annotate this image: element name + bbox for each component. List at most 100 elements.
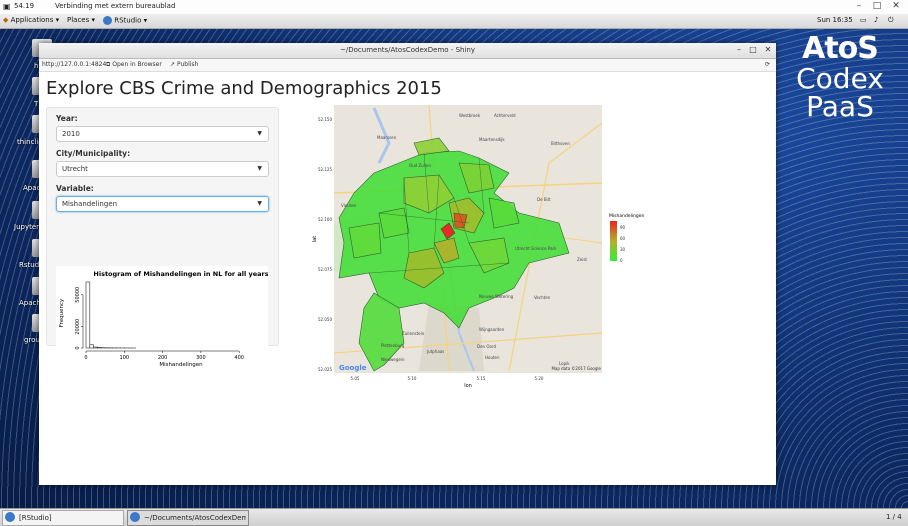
rstudio-menu[interactable]: RStudio ▾: [103, 16, 147, 25]
svg-text:5.05: 5.05: [351, 376, 360, 381]
svg-text:Nieuwe Wetering: Nieuwe Wetering: [479, 294, 514, 299]
histogram-title: Histogram of Mishandelingen in NL for al…: [93, 270, 268, 278]
histogram-bar: [86, 282, 90, 348]
histogram-x-tick-label: 400: [234, 355, 244, 361]
display-icon[interactable]: ▭: [860, 16, 867, 24]
logo-line-3: PaaS: [780, 93, 900, 121]
map-xlabel: lon: [464, 383, 472, 389]
svg-text:Vechten: Vechten: [534, 295, 551, 300]
window-title-bar[interactable]: ~/Documents/AtosCodexDemo - Shiny – □ ✕: [39, 43, 776, 59]
applications-icon: ◆: [3, 16, 8, 24]
svg-text:Westbroek: Westbroek: [459, 113, 481, 118]
legend-ticks: 90 60 30 0: [620, 225, 626, 263]
histogram-bar: [90, 345, 94, 348]
chevron-down-icon: ▼: [257, 130, 262, 137]
svg-text:Vleuten: Vleuten: [341, 203, 357, 208]
workspace-pager[interactable]: 1 / 4: [886, 513, 902, 521]
open-in-browser-button[interactable]: ⧉ Open in Browser: [106, 61, 162, 69]
svg-text:5.15: 5.15: [477, 376, 486, 381]
variable-select[interactable]: Mishandelingen ▼: [56, 196, 269, 212]
histogram-y-tick-label: 0: [75, 346, 81, 349]
year-select[interactable]: 2010 ▼: [56, 126, 269, 142]
svg-text:Houten: Houten: [485, 355, 500, 360]
city-label: City/Municipality:: [56, 149, 130, 158]
publish-button[interactable]: ↗ Publish: [170, 61, 198, 68]
legend-colorbar: [610, 221, 617, 261]
power-icon[interactable]: ⏻: [888, 16, 894, 25]
svg-text:5.10: 5.10: [408, 376, 417, 381]
svg-text:Maartensdijk: Maartensdijk: [479, 137, 505, 142]
city-select[interactable]: Utrecht ▼: [56, 161, 269, 177]
open-in-browser-label: Open in Browser: [112, 61, 162, 68]
histogram-x-tick-label: 300: [196, 355, 206, 361]
window-maximize-icon[interactable]: □: [747, 45, 759, 54]
top-panel: ◆ Applications ▾ Places ▾ RStudio ▾ Sun …: [0, 14, 908, 29]
histogram-bar: [94, 347, 98, 348]
chevron-down-icon: ▼: [257, 165, 262, 172]
rdp-title: Verbinding met extern bureaublad: [55, 2, 175, 10]
taskbar-item-rstudio[interactable]: [RStudio]: [2, 510, 124, 526]
svg-text:Utrecht Science Park: Utrecht Science Park: [515, 246, 557, 251]
rstudio-icon: [103, 16, 112, 25]
svg-text:Bilthoven: Bilthoven: [551, 141, 570, 146]
publish-label: Publish: [177, 61, 198, 68]
publish-icon: ↗: [170, 61, 175, 68]
city-value: Utrecht: [62, 165, 88, 173]
browser-icon: ⧉: [106, 61, 110, 68]
svg-text:Achterveld: Achterveld: [494, 113, 516, 118]
close-icon[interactable]: ✕: [889, 1, 903, 13]
applications-menu[interactable]: ◆ Applications ▾: [3, 16, 59, 24]
svg-text:Oud Zuilen: Oud Zuilen: [409, 163, 431, 168]
shiny-window: ~/Documents/AtosCodexDemo - Shiny – □ ✕ …: [39, 43, 776, 485]
svg-text:Zeist: Zeist: [577, 257, 587, 262]
window-close-icon[interactable]: ✕: [762, 45, 774, 54]
applications-label: Applications: [11, 16, 54, 24]
histogram-y-tick-label: 20000: [75, 319, 81, 335]
histogram-y-tick-label: 50000: [75, 287, 81, 303]
places-menu[interactable]: Places ▾: [67, 16, 95, 24]
svg-text:Zuilenstein: Zuilenstein: [402, 331, 425, 336]
taskbar-item-shiny[interactable]: ~/Documents/AtosCodexDemo - ...: [127, 510, 249, 526]
svg-text:Nieuwegein: Nieuwegein: [381, 357, 405, 362]
rdp-ip: 54.19: [14, 2, 34, 10]
svg-text:Wijngaarden: Wijngaarden: [479, 327, 505, 332]
chevron-down-icon: ▼: [257, 200, 262, 207]
desktop-icon-label: Rstudi: [19, 261, 41, 269]
taskbar: [RStudio] ~/Documents/AtosCodexDemo - ..…: [0, 508, 908, 526]
map-ylabel: lat: [312, 236, 318, 242]
svg-text:Den Oord: Den Oord: [477, 344, 497, 349]
places-label: Places: [67, 16, 89, 24]
maximize-icon[interactable]: □: [870, 1, 884, 13]
rstudio-icon: [5, 512, 15, 522]
histogram-ylabel: Frequency: [59, 298, 65, 327]
logo-line-1: AtoS: [780, 33, 900, 65]
svg-text:De Bilt: De Bilt: [537, 197, 551, 202]
svg-text:52.125: 52.125: [318, 167, 332, 172]
variable-label: Variable:: [56, 184, 94, 193]
address-bar: http://127.0.0.1:4824 ⧉ Open in Browser …: [39, 59, 776, 72]
svg-text:Jutphaas: Jutphaas: [426, 349, 444, 354]
desktop-icon-label: Apach: [19, 299, 41, 307]
rdp-title-bar: ▣ 54.19 Verbinding met extern bureaublad…: [0, 0, 908, 15]
year-label: Year:: [56, 114, 78, 123]
histogram-x-tick-label: 100: [120, 355, 130, 361]
atos-codex-logo: AtoS Codex PaaS: [780, 33, 900, 121]
taskbar-item-label: [RStudio]: [19, 514, 52, 522]
window-minimize-icon[interactable]: –: [733, 45, 745, 54]
histogram-chart: Histogram of Mishandelingen in NL for al…: [56, 266, 268, 377]
url-text[interactable]: http://127.0.0.1:4824: [42, 61, 106, 68]
volume-icon[interactable]: ♪: [874, 16, 878, 24]
svg-text:60: 60: [620, 236, 626, 241]
minimize-icon[interactable]: –: [852, 1, 866, 13]
rstudio-label: RStudio: [114, 17, 141, 25]
window-title: ~/Documents/AtosCodexDemo - Shiny: [39, 46, 776, 54]
refresh-icon[interactable]: ⟳: [765, 61, 770, 68]
map-x-ticks: 5.05 5.10 5.15 5.20: [351, 376, 544, 381]
desktop-icon-label: Apac: [23, 184, 40, 192]
clock[interactable]: Sun 16:35: [817, 16, 853, 24]
variable-value: Mishandelingen: [62, 200, 117, 208]
map-y-ticks: 52.150 52.125 52.100 52.075 52.050 52.02…: [318, 117, 332, 372]
crime-map: Maarssen Westbroek Achterveld Maartensdi…: [309, 103, 649, 393]
sidebar-panel: Year: 2010 ▼ City/Municipality: Utrecht …: [46, 107, 279, 346]
legend-title: Mishandelingen: [609, 213, 645, 219]
